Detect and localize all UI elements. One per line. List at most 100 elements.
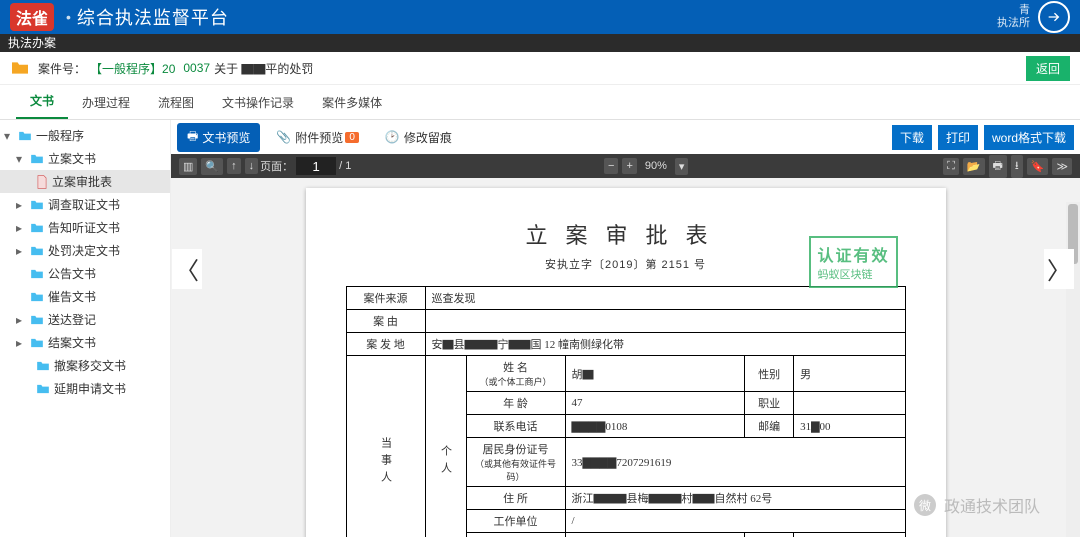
cell: 住 所 (466, 487, 565, 510)
print-icon[interactable]: 🖶 (989, 155, 1007, 178)
back-button[interactable]: 返回 (1026, 56, 1070, 81)
cell: 安▇县▇▇▇宁▇▇国 12 幢南侧绿化带 (425, 333, 905, 356)
more-icon[interactable]: ≫ (1052, 158, 1072, 175)
page-input[interactable] (296, 157, 336, 175)
tab-flowchart[interactable]: 流程图 (144, 86, 208, 119)
watermark: 微 政通技术团队 (914, 493, 1040, 517)
cell (565, 533, 745, 537)
revise-button[interactable]: 🕑修改留痕 (375, 125, 462, 150)
preview-button[interactable]: 🖶文书预览 (177, 123, 260, 152)
tab-documents[interactable]: 文书 (16, 84, 68, 119)
tree-node-hearing[interactable]: ▸告知听证文书 (0, 216, 170, 239)
pdf-toolbar: ▥ 🔍 ↑ ↓ 页面： / 1 − + 90% ▾ ⛶ 📂 🖶 ⭳ 🔖 ≫ (171, 154, 1080, 178)
folder-icon (30, 291, 44, 303)
right-actions: 下载 打印 word格式下载 (886, 125, 1074, 150)
tree-node-revoke[interactable]: 撤案移交文书 (0, 354, 170, 377)
app-title: 综合执法监督平台 (77, 4, 229, 30)
bookmark-icon[interactable]: 🔖 (1027, 158, 1049, 175)
attachment-button[interactable]: 📎附件预览0 (266, 125, 369, 150)
case-procedure-tag: 【一般程序】20 (90, 60, 175, 77)
party-header: 当事人 (346, 356, 425, 537)
tree-node-filing[interactable]: ▾立案文书 (0, 147, 170, 170)
pdf-viewer: 立案审批表 安执立字〔2019〕第 2151 号 认证有效 蚂蚁区块链 案件来源… (171, 178, 1080, 537)
tree-label: 催告文书 (48, 288, 96, 305)
print-button[interactable]: 打印 (938, 125, 978, 150)
workspace: ▾一般程序 ▾立案文书 立案审批表 ▸调查取证文书 ▸告知听证文书 ▸处罚决定文… (0, 120, 1080, 537)
tree-label: 一般程序 (36, 127, 84, 144)
prev-panel-arrow[interactable]: 〈 (172, 249, 202, 289)
subnav-bar: 执法办案 (0, 34, 1080, 52)
cell: 男 (794, 356, 905, 392)
cell: 居民身份证号（或其他有效证件号码） (466, 438, 565, 487)
cell: 案件来源 (346, 287, 425, 310)
tree-node-extend[interactable]: 延期申请文书 (0, 377, 170, 400)
tree-label: 处罚决定文书 (48, 242, 120, 259)
search-icon[interactable]: 🔍 (201, 158, 223, 175)
cell (794, 392, 905, 415)
zoom-in-icon[interactable]: + (622, 158, 636, 174)
zoom-dropdown-icon[interactable]: ▾ (675, 158, 689, 175)
open-icon[interactable]: 📂 (963, 158, 985, 175)
page-down-icon[interactable]: ↓ (245, 158, 259, 174)
folder-icon (30, 268, 44, 280)
case-bar: 案件号： 【一般程序】20 0037 关于 ▇▇平的处罚 返回 (0, 52, 1080, 85)
watermark-text: 政通技术团队 (944, 493, 1040, 517)
subnav-item[interactable]: 执法办案 (8, 36, 56, 50)
folder-icon (30, 245, 44, 257)
cell: 33▇▇▇▇7207291619 (565, 438, 905, 487)
cell: 姓 名（或个体工商户） (466, 356, 565, 392)
tab-media[interactable]: 案件多媒体 (308, 86, 396, 119)
tab-doc-log[interactable]: 文书操作记录 (208, 86, 308, 119)
app-header: 法雀 • 综合执法监督平台 青 执法所 (0, 0, 1080, 34)
approval-table: 案件来源巡查发现 案 由 案 发 地安▇县▇▇▇宁▇▇国 12 幢南侧绿化带 当… (346, 286, 906, 537)
fullscreen-icon[interactable]: ⛶ (943, 158, 959, 175)
case-label: 案件号： (38, 60, 86, 77)
tree-leaf-approval-form[interactable]: 立案审批表 (0, 170, 170, 193)
word-download-button[interactable]: word格式下载 (984, 125, 1074, 150)
tree-node-evidence[interactable]: ▸调查取证文书 (0, 193, 170, 216)
tree-node-close[interactable]: ▸结案文书 (0, 331, 170, 354)
cell: 性别 (745, 356, 794, 392)
cell (425, 310, 905, 333)
tree-node-remind[interactable]: 催告文书 (0, 285, 170, 308)
paperclip-icon: 📎 (276, 130, 291, 144)
tab-process[interactable]: 办理过程 (68, 86, 144, 119)
doc-toolbar: 🖶文书预览 📎附件预览0 🕑修改留痕 下载 打印 word格式下载 (171, 120, 1080, 154)
document-page: 立案审批表 安执立字〔2019〕第 2151 号 认证有效 蚂蚁区块链 案件来源… (306, 188, 946, 537)
tree-label: 送达登记 (48, 311, 96, 328)
page-up-icon[interactable]: ↑ (227, 158, 241, 174)
folder-icon (10, 60, 30, 76)
tree-node-decision[interactable]: ▸处罚决定文书 (0, 239, 170, 262)
tree-root-row[interactable]: ▾一般程序 (0, 124, 170, 147)
tree-node-notice[interactable]: 公告文书 (0, 262, 170, 285)
download-icon[interactable]: ⭳ (1011, 155, 1023, 178)
app-logo: 法雀 (10, 3, 54, 31)
cell: 邮编 (745, 415, 794, 438)
cell: 名 称 (466, 533, 565, 537)
tree-label: 立案文书 (48, 150, 96, 167)
tree-label: 立案审批表 (52, 173, 112, 190)
user-name: 青 (997, 4, 1030, 17)
cell: ▇▇▇▇0108 (565, 415, 745, 438)
cell: 联系电话 (466, 415, 565, 438)
next-panel-arrow[interactable]: 〉 (1044, 249, 1074, 289)
zoom-out-icon[interactable]: − (604, 158, 618, 174)
tree-label: 撤案移交文书 (54, 357, 126, 374)
main-panel: 🖶文书预览 📎附件预览0 🕑修改留痕 下载 打印 word格式下载 ▥ 🔍 ↑ … (171, 120, 1080, 537)
tree-node-delivery[interactable]: ▸送达登记 (0, 308, 170, 331)
folder-icon (30, 153, 44, 165)
cell: 年 龄 (466, 392, 565, 415)
wechat-icon: 微 (914, 494, 936, 516)
sidebar-toggle-icon[interactable]: ▥ (179, 158, 197, 175)
blockchain-stamp: 认证有效 蚂蚁区块链 (809, 236, 897, 288)
party-sub: 个人 (425, 356, 466, 537)
cell: 巡查发现 (425, 287, 905, 310)
download-button[interactable]: 下载 (892, 125, 932, 150)
folder-icon (36, 360, 50, 372)
tree-label: 告知听证文书 (48, 219, 120, 236)
user-info: 青 执法所 (997, 4, 1030, 30)
exit-button[interactable] (1038, 1, 1070, 33)
cell: 31▇00 (794, 415, 905, 438)
folder-icon (36, 383, 50, 395)
tree-label: 公告文书 (48, 265, 96, 282)
